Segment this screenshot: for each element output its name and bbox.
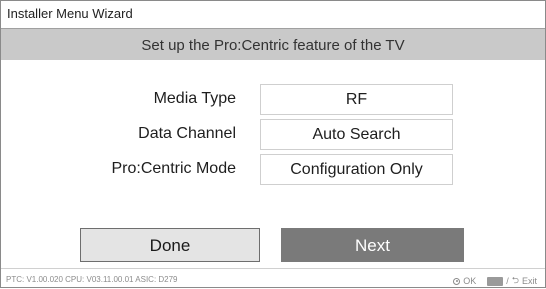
exit-hint-label: Exit [521,276,537,286]
back-arrow-icon: ⮌ [511,275,519,285]
ok-button-icon [453,277,461,285]
installer-menu-window: Installer Menu Wizard Set up the Pro:Cen… [0,0,546,288]
procentric-mode-value[interactable]: Configuration Only [260,154,453,185]
next-button[interactable]: Next [281,228,464,262]
footer-divider [1,268,545,269]
media-type-label: Media Type [153,90,236,107]
window-title: Installer Menu Wizard [7,6,133,21]
done-button[interactable]: Done [80,228,260,262]
wizard-instruction: Set up the Pro:Centric feature of the TV [141,37,405,54]
media-type-value[interactable]: RF [260,84,453,115]
title-bar: Installer Menu Wizard [1,1,545,29]
hint-separator: / [506,276,509,286]
version-info: PTC: V1.00.020 CPU: V03.11.00.01 ASIC: D… [6,275,178,284]
data-channel-value[interactable]: Auto Search [260,119,453,150]
subtitle-bar: Set up the Pro:Centric feature of the TV [1,29,545,60]
back-key-icon [487,276,504,286]
ok-hint-label: OK [463,276,477,286]
procentric-mode-label: Pro:Centric Mode [111,160,237,177]
data-channel-label: Data Channel [138,125,236,142]
footer-key-hints: OK / ⮌ Exit [453,273,537,289]
